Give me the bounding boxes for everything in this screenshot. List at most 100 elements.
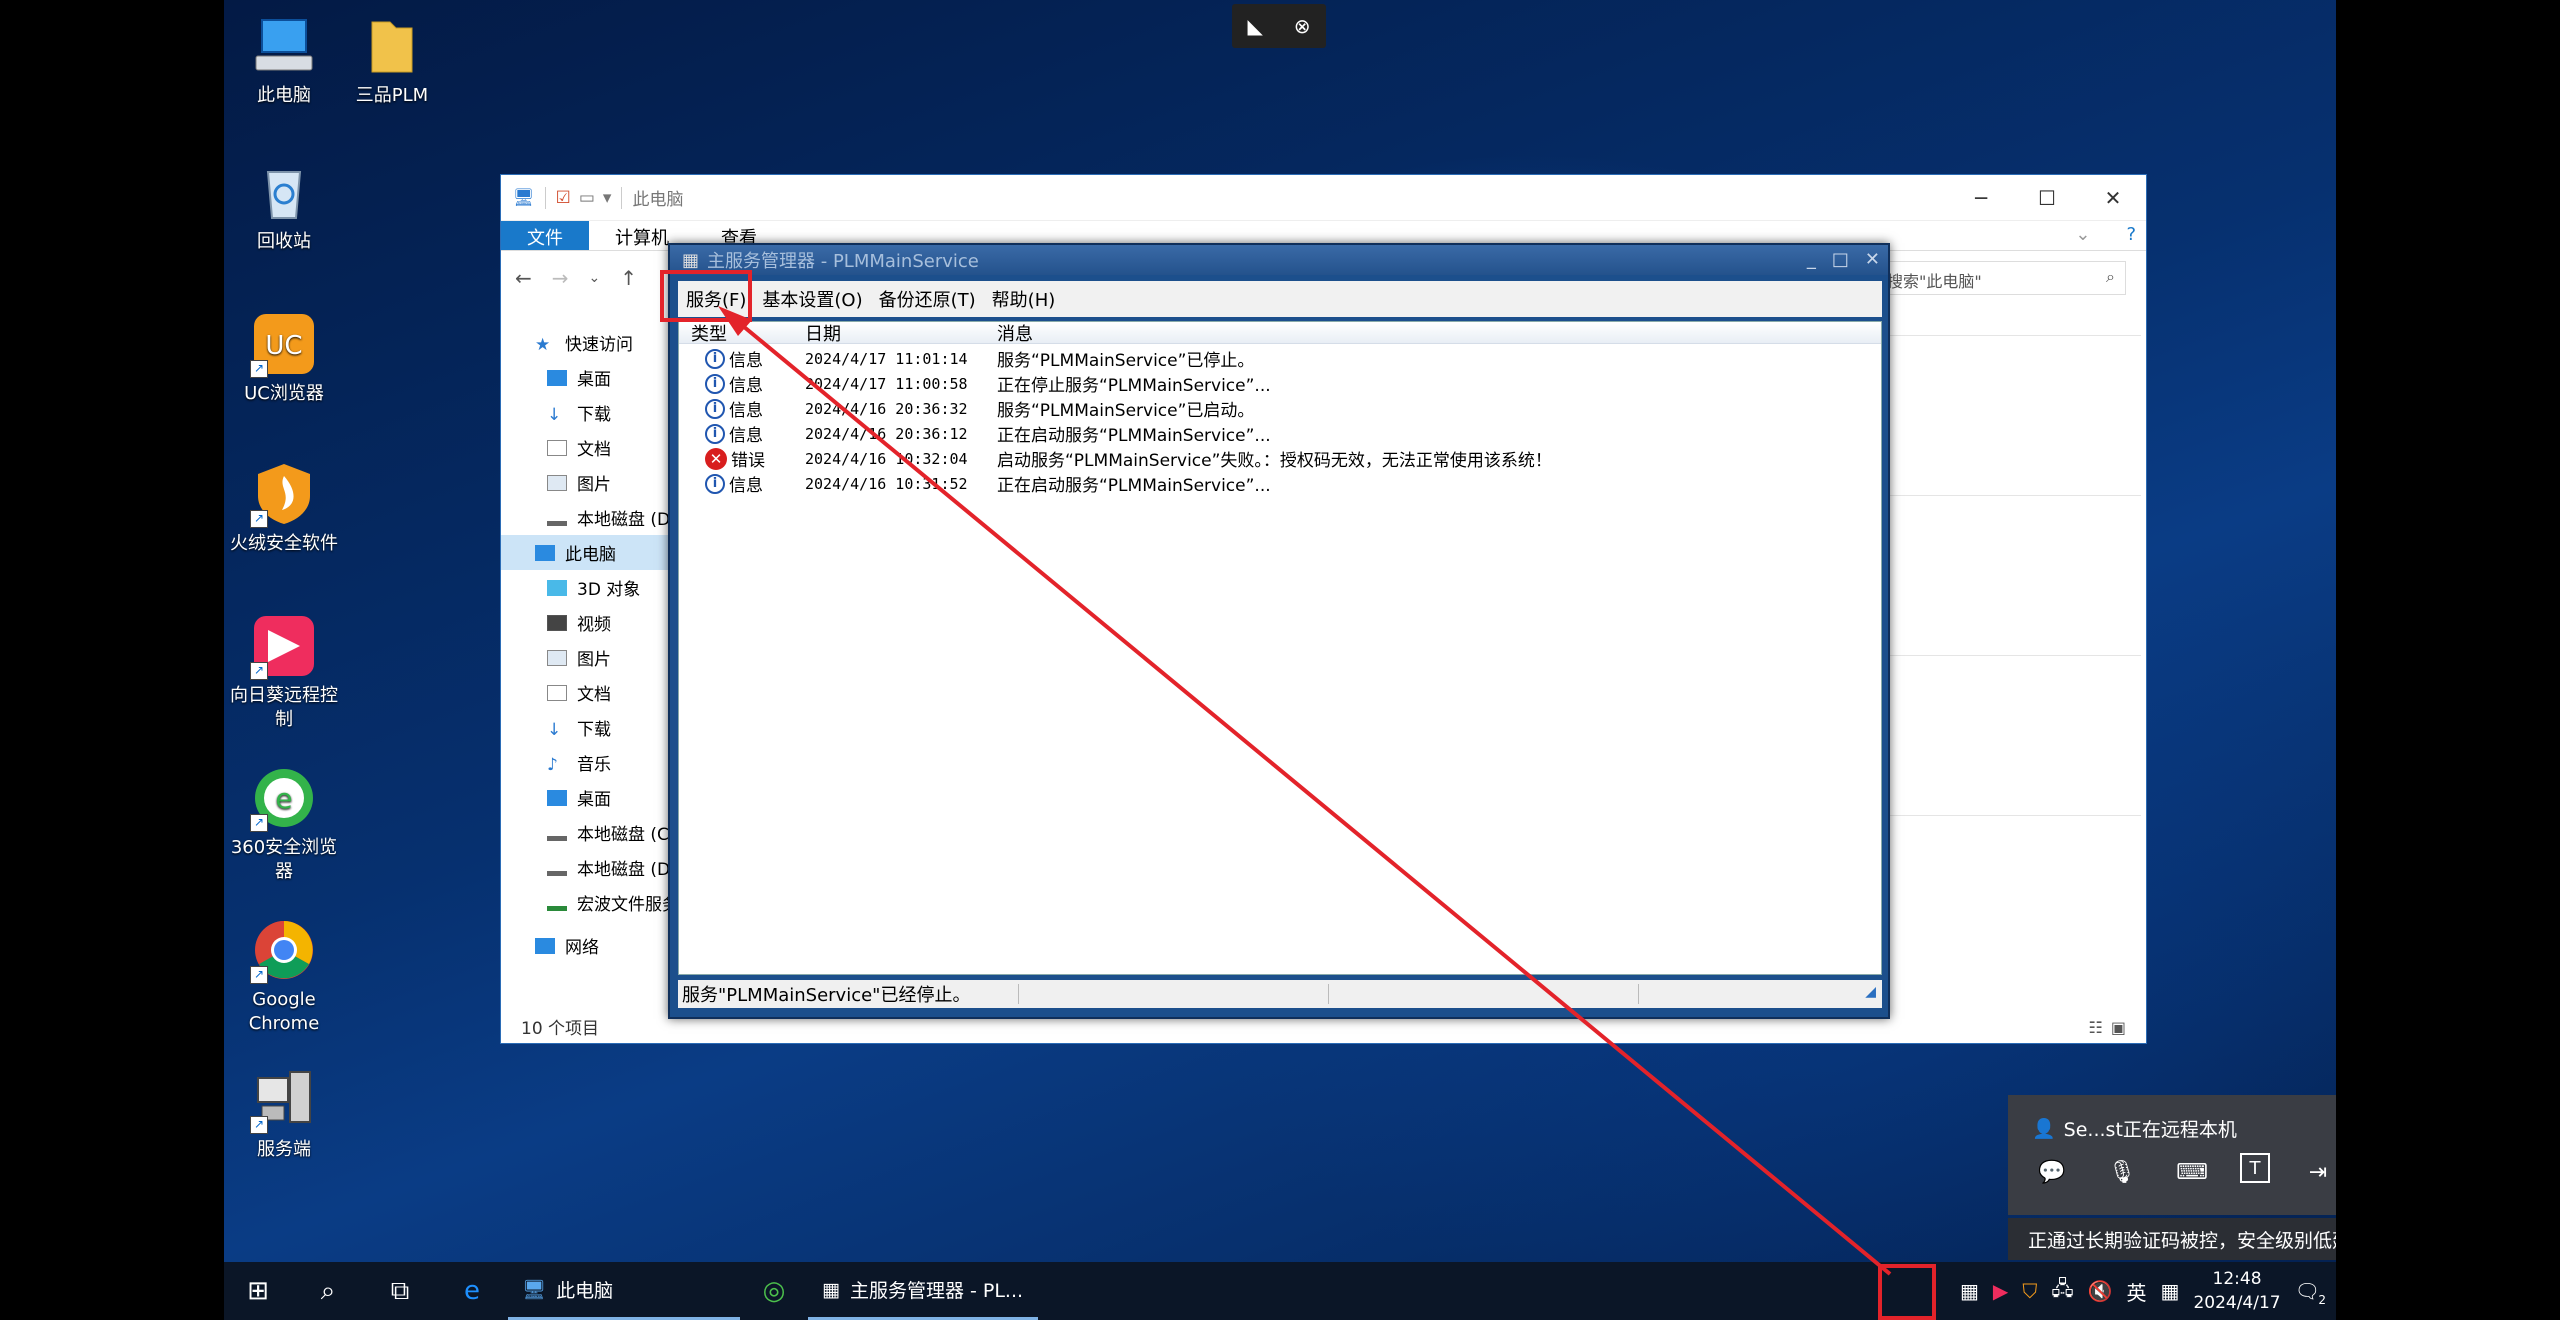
internet-explorer-icon: e [464,1276,480,1306]
desktop-icon-label: 向日葵远程控制 [230,685,338,730]
tab-file[interactable]: 文件 [501,221,589,250]
divider [1638,984,1639,1004]
nav-documents[interactable]: 文档 [501,430,669,465]
nav-desktop[interactable]: 桌面 [501,360,669,395]
maximize-icon[interactable]: ☐ [2014,175,2080,221]
desktop-icon-360-browser[interactable]: e ↗ 360安全浏览器 [224,766,344,884]
pin-icon[interactable]: ◣ [1247,14,1262,38]
nav-network-share[interactable]: 宏波文件服务器 [501,885,669,920]
nav-music[interactable]: ♪ 音乐 [501,745,669,780]
desktop-icon-recycle-bin[interactable]: 回收站 [224,160,344,254]
taskbar-360-browser[interactable]: ◎ [740,1262,808,1320]
log-row[interactable]: i 信息 2024/4/16 20:36:32 服务“PLMMainService… [679,396,1881,421]
server-tray-icon[interactable]: ▦ [1960,1279,1979,1303]
remote-security-notice[interactable]: 正通过长期验证码被控，安全级别低建议改为今日验证码 » [2008,1218,2336,1260]
task-view-button[interactable]: ⧉ [364,1262,436,1320]
menu-basic-settings[interactable]: 基本设置(O) [754,286,870,312]
log-row[interactable]: i 信息 2024/4/17 11:01:14 服务“PLMMainService… [679,346,1881,371]
info-icon: i [705,398,725,419]
taskbar-app-this-pc[interactable]: 🖥 此电脑 [508,1262,740,1320]
back-arrow-icon[interactable]: ← [515,266,532,290]
menu-help[interactable]: 帮助(H) [984,286,1064,312]
desktop-icon-sunlogin[interactable]: ↗ 向日葵远程控制 [224,614,344,732]
details-view-icon[interactable]: ☷ [2089,1018,2111,1037]
taskbar-app-service-manager[interactable]: ▦ 主服务管理器 - PL... [808,1262,1038,1320]
start-button[interactable]: ⊞ [224,1262,292,1320]
sunlogin-tray-icon[interactable]: ▶ [1993,1279,2008,1303]
log-row[interactable]: ✕ 错误 2024/4/16 10:32:04 启动服务“PLMMainServi… [679,446,1881,471]
log-message: 正在启动服务“PLMMainService”... [997,476,1271,496]
properties-icon[interactable]: ☑ [556,188,571,208]
desktop-icon-uc-browser[interactable]: UC ↗ UC浏览器 [224,312,344,406]
service-manager-window[interactable]: ▦ 主服务管理器 - PLMMainService _ □ ✕ 服务(F) 基本… [668,243,1890,1019]
service-manager-titlebar[interactable]: ▦ 主服务管理器 - PLMMainService [670,245,1888,275]
log-type: 信息 [729,376,763,396]
column-date[interactable]: 日期 [805,320,841,346]
log-list[interactable]: 类型 日期 消息 i 信息 2024/4/17 11:01:14 服务“PLMMa… [678,321,1882,975]
close-icon[interactable]: ⊗ [1294,14,1311,38]
ribbon-expand-icon[interactable]: ⌄ [2049,221,2116,250]
notification-center-button[interactable]: 🗨 2 [2295,1279,2326,1307]
log-row[interactable]: i 信息 2024/4/16 20:36:12 正在启动服务“PLMMainSer… [679,421,1881,446]
nav-downloads-2[interactable]: ↓ 下载 [501,710,669,745]
nav-documents-2[interactable]: 文档 [501,675,669,710]
help-icon[interactable]: ? [2116,221,2146,250]
log-row[interactable]: i 信息 2024/4/16 10:31:52 正在启动服务“PLMMainSer… [679,471,1881,496]
ime-indicator[interactable]: 英 [2127,1277,2147,1306]
ie-button[interactable]: e [436,1262,508,1320]
minimize-icon[interactable]: ─ [1948,175,2014,221]
divider [1018,984,1019,1004]
desktop-icon-huorong[interactable]: ↗ 火绒安全软件 [224,462,344,556]
search-button[interactable]: ⌕ [292,1262,364,1320]
status-text: 服务"PLMMainService"已经停止。 [682,985,971,1006]
desktop-icon-chrome[interactable]: ↗ Google Chrome [224,918,344,1036]
network-icon[interactable]: 🖧 [2051,1274,2073,1308]
microphone-icon[interactable]: 🎙 [2100,1153,2144,1191]
text-icon[interactable]: T [2240,1153,2270,1183]
keyboard-icon[interactable]: ⌨ [2170,1153,2214,1191]
close-icon[interactable]: ✕ [1865,249,1880,270]
nav-pictures-2[interactable]: 图片 [501,640,669,675]
resize-grip-icon[interactable]: ◢ [1865,984,1876,1000]
nav-local-disk-d[interactable]: 本地磁盘 (D:) [501,500,669,535]
forward-arrow-icon[interactable]: → [552,266,569,290]
close-icon[interactable]: ✕ [2080,175,2146,221]
customize-quick-access-icon[interactable]: ▾ [603,188,612,208]
new-folder-icon[interactable]: ▭ [579,188,595,208]
nav-network[interactable]: 网络 [501,928,669,963]
huorong-tray-icon[interactable]: ⛉ [2022,1279,2037,1303]
ime-grid-icon[interactable]: ▦ [2161,1279,2180,1303]
recent-locations-icon[interactable]: ⌄ [589,270,601,286]
chat-icon[interactable]: 💬 [2030,1153,2074,1191]
desktop-icon-label: 此电脑 [257,85,311,106]
nav-videos[interactable]: 视频 [501,605,669,640]
computer-small-icon: 🖥 [513,187,535,208]
explorer-titlebar[interactable]: 🖥 ☑ ▭ ▾ 此电脑 [501,175,2146,221]
menu-service[interactable]: 服务(F) [678,286,754,312]
desktop-icon-this-pc[interactable]: 此电脑 [224,14,344,108]
menu-backup-restore[interactable]: 备份还原(T) [871,286,984,312]
minimize-icon[interactable]: _ [1807,249,1816,270]
maximize-icon[interactable]: □ [1832,249,1849,270]
volume-muted-icon[interactable]: 🔇 [2088,1279,2113,1303]
nav-3d-objects[interactable]: 3D 对象 [501,570,669,605]
nav-downloads[interactable]: ↓ 下载 [501,395,669,430]
nav-this-pc[interactable]: 此电脑 [501,535,669,570]
log-type: 错误 [731,451,765,471]
nav-local-disk-c[interactable]: 本地磁盘 (C:) [501,815,669,850]
column-message[interactable]: 消息 [997,320,1033,346]
nav-desktop-2[interactable]: 桌面 [501,780,669,815]
large-icons-view-icon[interactable]: ▣ [2111,1018,2134,1037]
file-transfer-icon[interactable]: ⇥ [2296,1153,2336,1191]
clock[interactable]: 12:48 2024/4/17 [2193,1267,2280,1315]
desktop-icon-plm-folder[interactable]: 三品PLM [332,14,452,108]
desktop-icon-server[interactable]: ↗ 服务端 [224,1068,344,1162]
divider [544,186,546,209]
explorer-search-input[interactable]: 搜索"此电脑" ⌕ [1876,261,2126,295]
up-arrow-icon[interactable]: ↑ [620,266,637,290]
nav-quick-access[interactable]: ★ 快速访问 [501,325,669,360]
nav-local-disk-d-2[interactable]: 本地磁盘 (D:) [501,850,669,885]
nav-pictures[interactable]: 图片 [501,465,669,500]
log-row[interactable]: i 信息 2024/4/17 11:00:58 正在停止服务“PLMMainSer… [679,371,1881,396]
column-type[interactable]: 类型 [691,320,727,346]
